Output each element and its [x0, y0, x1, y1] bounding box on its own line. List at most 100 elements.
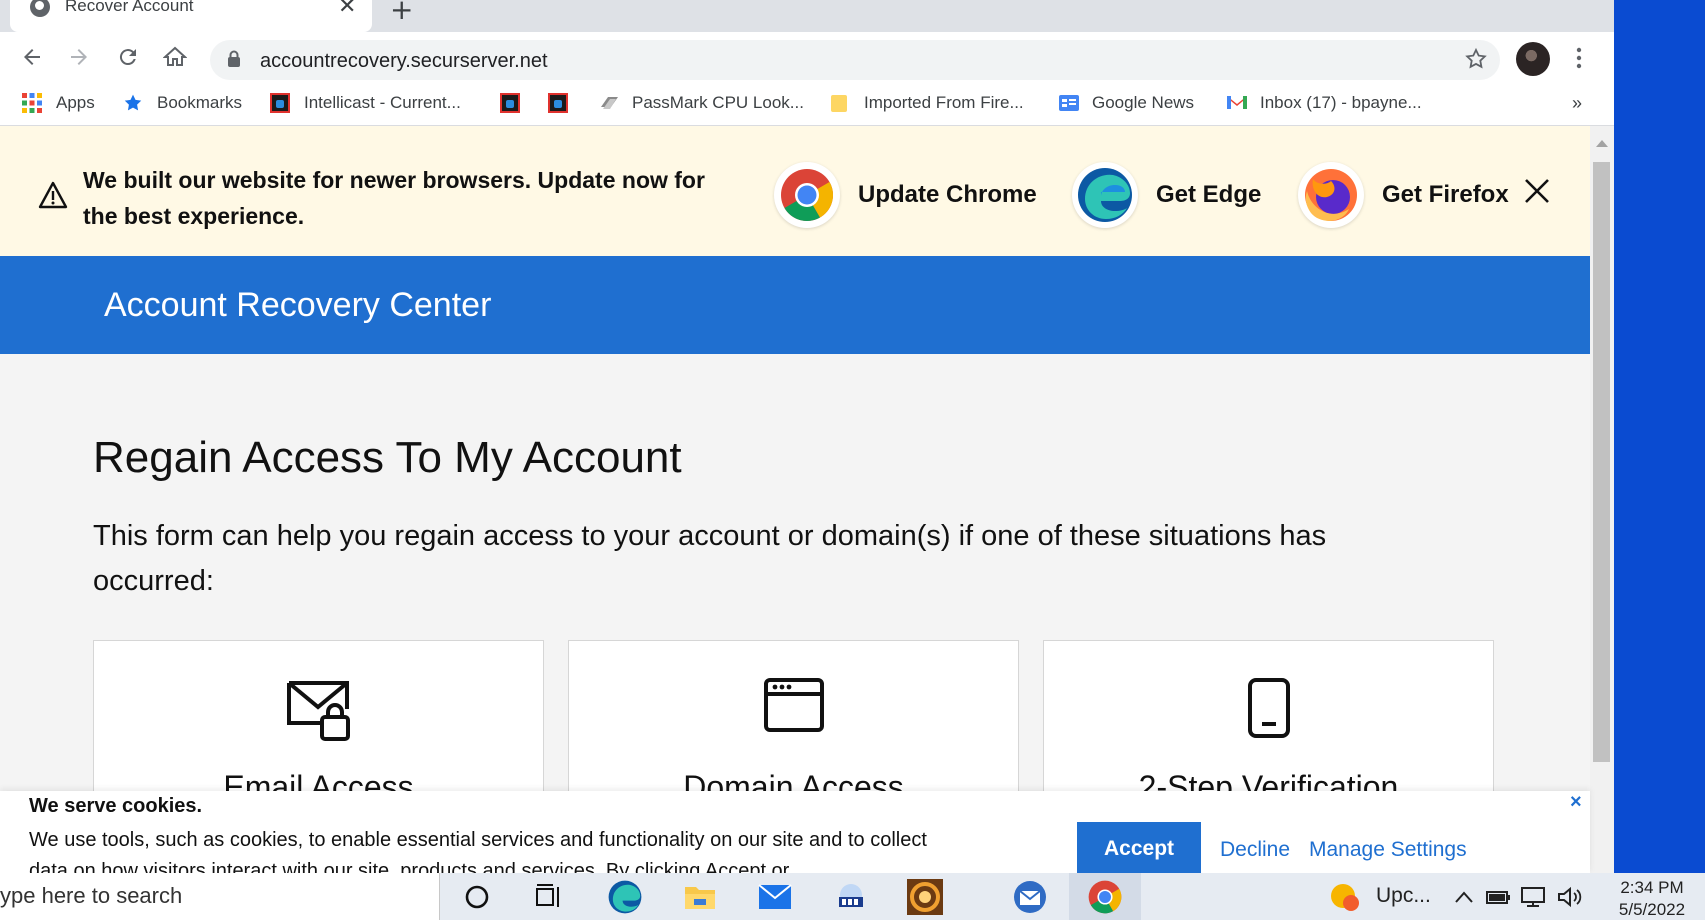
- desktop-background: [1614, 0, 1705, 873]
- bookmark-label: Imported From Fire...: [864, 93, 1024, 112]
- bookmark-star-icon[interactable]: [1464, 47, 1488, 76]
- bookmarks-overflow-button[interactable]: »: [1572, 93, 1582, 114]
- taskbar-thunderbird[interactable]: [1012, 879, 1048, 915]
- tab-close-icon[interactable]: ✕: [338, 0, 356, 19]
- star-icon: [123, 93, 143, 113]
- update-message: We built our website for newer browsers.…: [83, 167, 705, 229]
- bookmarks-bar: Apps Bookmarks Intellicast - Current... …: [0, 86, 1614, 126]
- bookmark-label: Google News: [1092, 93, 1195, 112]
- browser-toolbar: accountrecovery.securserver.net: [0, 32, 1614, 86]
- update-chrome-label: Update Chrome: [858, 181, 1037, 208]
- get-edge-label: Get Edge: [1156, 181, 1262, 208]
- clock-date: 5/5/2022: [1618, 900, 1686, 919]
- wu-logo-icon: [500, 93, 520, 113]
- cookie-title: We serve cookies.: [29, 795, 203, 817]
- apps-grid-icon: [22, 93, 42, 113]
- scrollbar-thumb[interactable]: [1593, 162, 1610, 762]
- chrome-logo-icon: [774, 162, 840, 228]
- network-icon[interactable]: [1516, 879, 1552, 915]
- lock-icon: [227, 50, 241, 73]
- cookie-accept-button[interactable]: Accept: [1077, 822, 1201, 873]
- home-icon: [163, 46, 187, 66]
- battery-icon[interactable]: [1480, 879, 1516, 915]
- bookmark-passmark[interactable]: PassMark CPU Look...: [598, 93, 804, 113]
- forward-arrow-icon: [71, 49, 87, 65]
- cookie-manage-settings-link[interactable]: Manage Settings: [1309, 838, 1467, 862]
- phone-icon: [1247, 677, 1291, 744]
- taskbar-mail[interactable]: [757, 879, 793, 915]
- bookmark-label: Bookmarks: [157, 93, 243, 112]
- taskbar-file-explorer[interactable]: [682, 879, 718, 915]
- get-firefox-link[interactable]: Get Firefox: [1298, 162, 1509, 228]
- page-viewport: We built our website for newer browsers.…: [0, 126, 1590, 873]
- task-view-button[interactable]: [531, 879, 567, 915]
- folder-taskbar-icon: [685, 887, 715, 909]
- close-banner-icon[interactable]: [1524, 178, 1550, 209]
- site-header: Account Recovery Center: [0, 256, 1590, 354]
- bookmark-label: Apps: [56, 93, 95, 112]
- cpu-chip-icon: [598, 93, 618, 113]
- cortana-button[interactable]: [459, 879, 495, 915]
- update-chrome-link[interactable]: Update Chrome: [774, 162, 1037, 228]
- bookmark-label: Inbox (17) - bpayne...: [1260, 93, 1422, 112]
- cookie-banner: We serve cookies. We use tools, such as …: [0, 791, 1590, 873]
- envelope-lock-icon: [286, 677, 352, 748]
- site-brand[interactable]: Account Recovery Center: [104, 286, 491, 325]
- search-placeholder: ype here to search: [0, 883, 183, 908]
- bookmark-apps[interactable]: Apps: [22, 93, 95, 113]
- bookmark-google-news[interactable]: Google News: [1058, 93, 1194, 113]
- get-edge-link[interactable]: Get Edge: [1072, 162, 1261, 228]
- weather-widget-icon[interactable]: [1328, 879, 1364, 915]
- forward-button[interactable]: [64, 42, 94, 72]
- cookie-close-icon[interactable]: ×: [1570, 791, 1582, 814]
- clock-time: 2:34 PM: [1620, 878, 1684, 897]
- swirl-app-icon: [907, 879, 943, 915]
- task-view-icon: [536, 884, 559, 907]
- mail-taskbar-icon: [758, 884, 792, 909]
- get-firefox-label: Get Firefox: [1382, 181, 1509, 208]
- browser-window-icon: [763, 677, 825, 738]
- cookie-decline-link[interactable]: Decline: [1220, 838, 1290, 862]
- back-arrow-icon: [24, 49, 40, 65]
- tray-chevron-up-icon[interactable]: [1446, 879, 1482, 915]
- scroll-up-arrow-icon[interactable]: [1596, 140, 1608, 147]
- reload-icon: [119, 49, 136, 66]
- taskbar-edge[interactable]: [607, 879, 643, 915]
- taskbar-app-orange[interactable]: [907, 879, 943, 915]
- home-button[interactable]: [160, 42, 190, 72]
- thunderbird-taskbar-icon: [1014, 881, 1046, 913]
- address-bar[interactable]: accountrecovery.securserver.net: [210, 40, 1500, 80]
- new-tab-button[interactable]: +: [390, 0, 413, 26]
- edge-logo-icon: [1072, 162, 1138, 228]
- bookmark-wu-2[interactable]: [548, 93, 582, 113]
- bookmark-intellicast[interactable]: Intellicast - Current...: [270, 93, 461, 113]
- edge-taskbar-icon: [608, 880, 642, 914]
- wu-logo-icon: [270, 93, 290, 113]
- chrome-taskbar-icon: [1088, 880, 1122, 914]
- folder-icon: [830, 93, 850, 113]
- bookmark-imported[interactable]: Imported From Fire...: [830, 93, 1024, 113]
- cookie-body: We use tools, such as cookies, to enable…: [29, 829, 927, 873]
- weather-widget-text[interactable]: Upc...: [1376, 884, 1431, 908]
- intro-text: This form can help you regain access to …: [93, 520, 1327, 597]
- profile-avatar[interactable]: [1516, 42, 1550, 76]
- taskbar-search-box[interactable]: ype here to search: [0, 873, 440, 920]
- google-news-icon: [1058, 93, 1079, 113]
- gmail-icon: [1226, 93, 1247, 113]
- taskbar-ftp[interactable]: [833, 879, 869, 915]
- tab-strip: Recover Account ✕ +: [0, 0, 1614, 32]
- system-clock[interactable]: 2:34 PM 5/5/2022: [1604, 877, 1700, 920]
- volume-icon[interactable]: [1552, 879, 1588, 915]
- bookmark-gmail[interactable]: Inbox (17) - bpayne...: [1226, 93, 1422, 113]
- bookmark-wu-1[interactable]: [500, 93, 534, 113]
- cortana-circle-icon: [465, 885, 489, 909]
- back-button[interactable]: [17, 42, 47, 72]
- wu-logo-icon: [548, 93, 568, 113]
- taskbar-chrome[interactable]: [1087, 879, 1123, 915]
- globe-icon: [30, 0, 50, 17]
- bookmark-bookmarks[interactable]: Bookmarks: [123, 93, 242, 113]
- reload-button[interactable]: [113, 42, 143, 72]
- browser-tab[interactable]: Recover Account ✕: [10, 0, 372, 32]
- page-title: Regain Access To My Account: [93, 433, 682, 482]
- browser-menu-icon[interactable]: [1576, 46, 1582, 75]
